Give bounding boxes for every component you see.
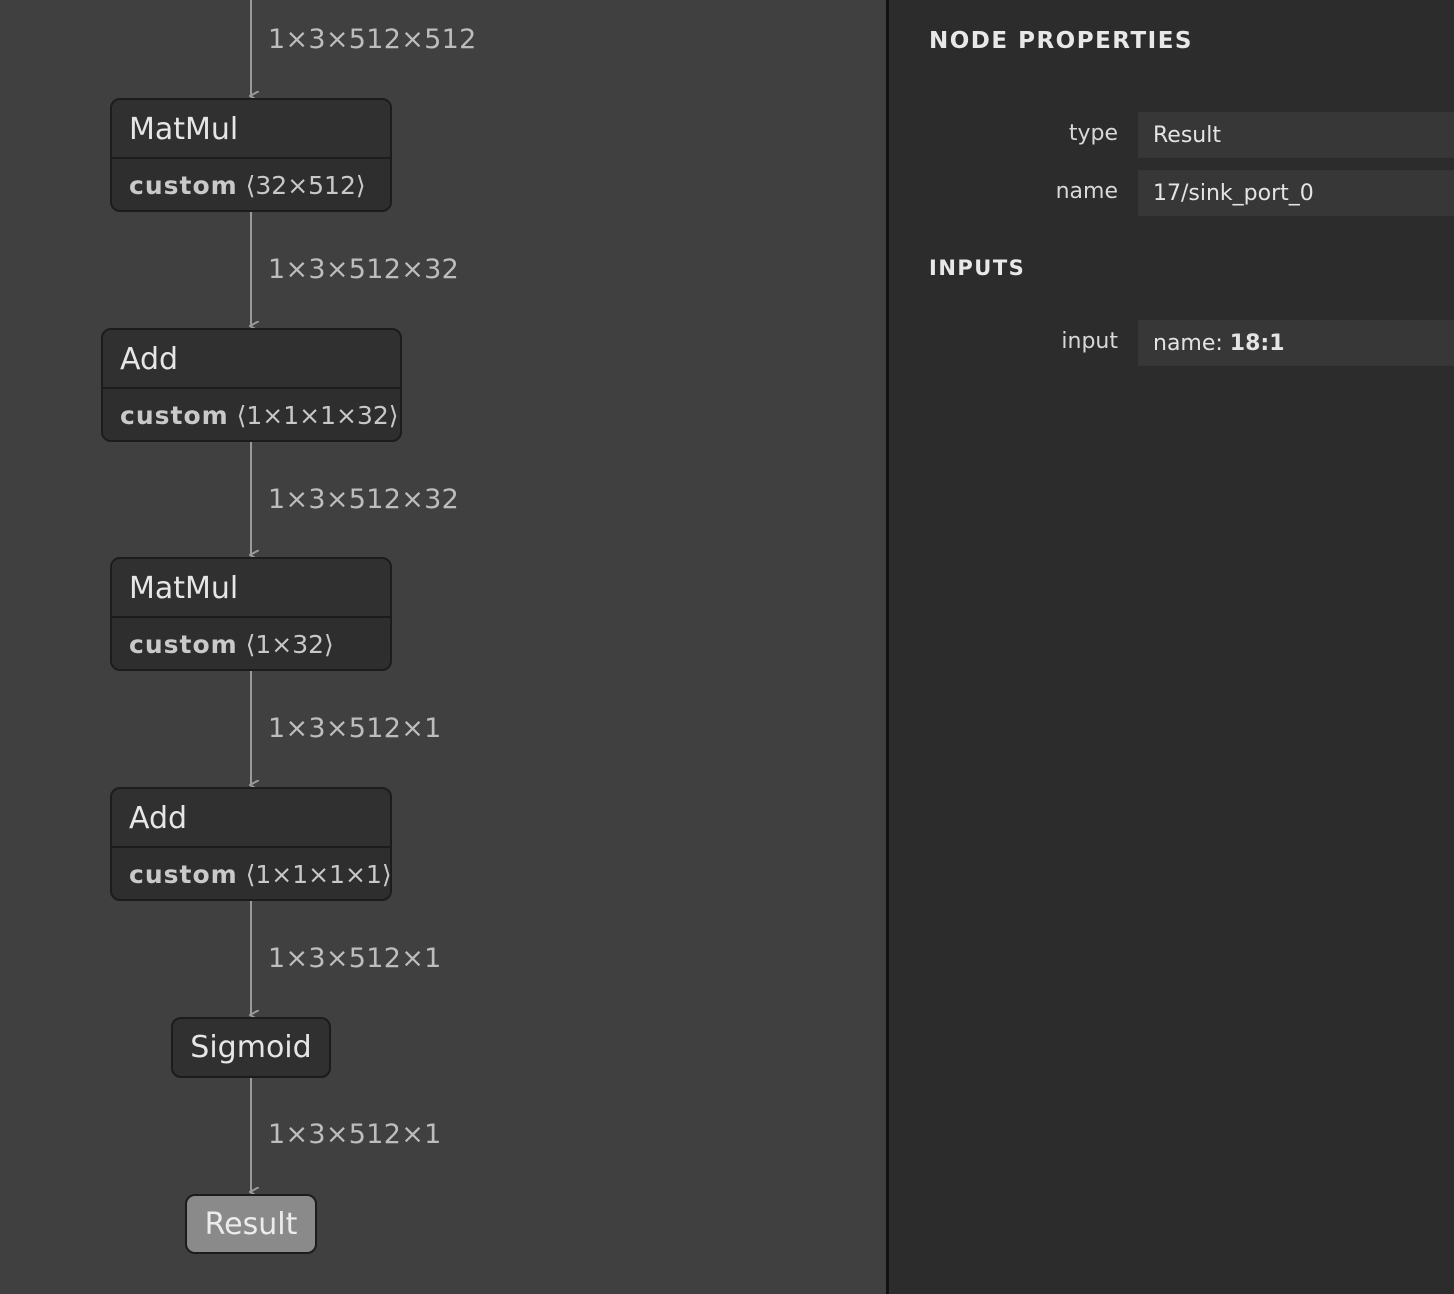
edge-label-2: 1×3×512×32 [268, 254, 460, 285]
node-attribute: custom ⟨1×1×1×32⟩ [103, 389, 400, 440]
edge-label-4: 1×3×512×1 [268, 713, 442, 744]
node-attribute: custom ⟨1×1×1×1⟩ [112, 848, 392, 899]
input-value-prefix: name: [1153, 331, 1230, 356]
property-label-name: name [1055, 179, 1118, 204]
node-sigmoid[interactable]: Sigmoid [171, 1017, 331, 1078]
attribute-shape: ⟨32×512⟩ [245, 171, 366, 200]
property-value-name[interactable]: 17/sink_port_0 [1138, 170, 1454, 216]
attribute-name: custom [120, 401, 229, 430]
node-title: Sigmoid [173, 1019, 329, 1075]
input-value[interactable]: name: 18:1 [1138, 320, 1454, 366]
attribute-shape: ⟨1×1×1×32⟩ [236, 401, 399, 430]
attribute-shape: ⟨1×32⟩ [245, 630, 334, 659]
node-matmul-1[interactable]: MatMul custom ⟨32×512⟩ [110, 98, 392, 212]
attribute-name: custom [129, 630, 238, 659]
inputs-heading: INPUTS [929, 256, 1026, 280]
property-label-type: type [1068, 121, 1118, 146]
edge-label-6: 1×3×512×1 [268, 1119, 442, 1150]
properties-sidebar: NODE PROPERTIES type Result name 17/sink… [886, 0, 1454, 1294]
node-result-selected[interactable]: Result [185, 1194, 317, 1254]
node-attribute: custom ⟨1×32⟩ [112, 618, 390, 669]
attribute-name: custom [129, 860, 238, 889]
node-attribute: custom ⟨32×512⟩ [112, 159, 390, 210]
attribute-name: custom [129, 171, 238, 200]
node-add-1[interactable]: Add custom ⟨1×1×1×32⟩ [101, 328, 402, 442]
node-add-2[interactable]: Add custom ⟨1×1×1×1⟩ [110, 787, 392, 901]
edge-label-5: 1×3×512×1 [268, 943, 442, 974]
node-properties-heading: NODE PROPERTIES [929, 28, 1193, 54]
edge-label-1: 1×3×512×512 [268, 24, 477, 55]
graph-canvas[interactable]: 1×3×512×512 1×3×512×32 1×3×512×32 1×3×51… [0, 0, 886, 1294]
input-value-id: 18:1 [1229, 331, 1285, 356]
node-title: MatMul [112, 559, 390, 618]
node-matmul-2[interactable]: MatMul custom ⟨1×32⟩ [110, 557, 392, 671]
property-value-type[interactable]: Result [1138, 112, 1454, 158]
node-title: MatMul [112, 100, 390, 159]
node-title: Result [187, 1196, 315, 1252]
node-title: Add [112, 789, 390, 848]
input-label: input [1061, 329, 1118, 354]
attribute-shape: ⟨1×1×1×1⟩ [245, 860, 392, 889]
edge-label-3: 1×3×512×32 [268, 484, 460, 515]
node-title: Add [103, 330, 400, 389]
